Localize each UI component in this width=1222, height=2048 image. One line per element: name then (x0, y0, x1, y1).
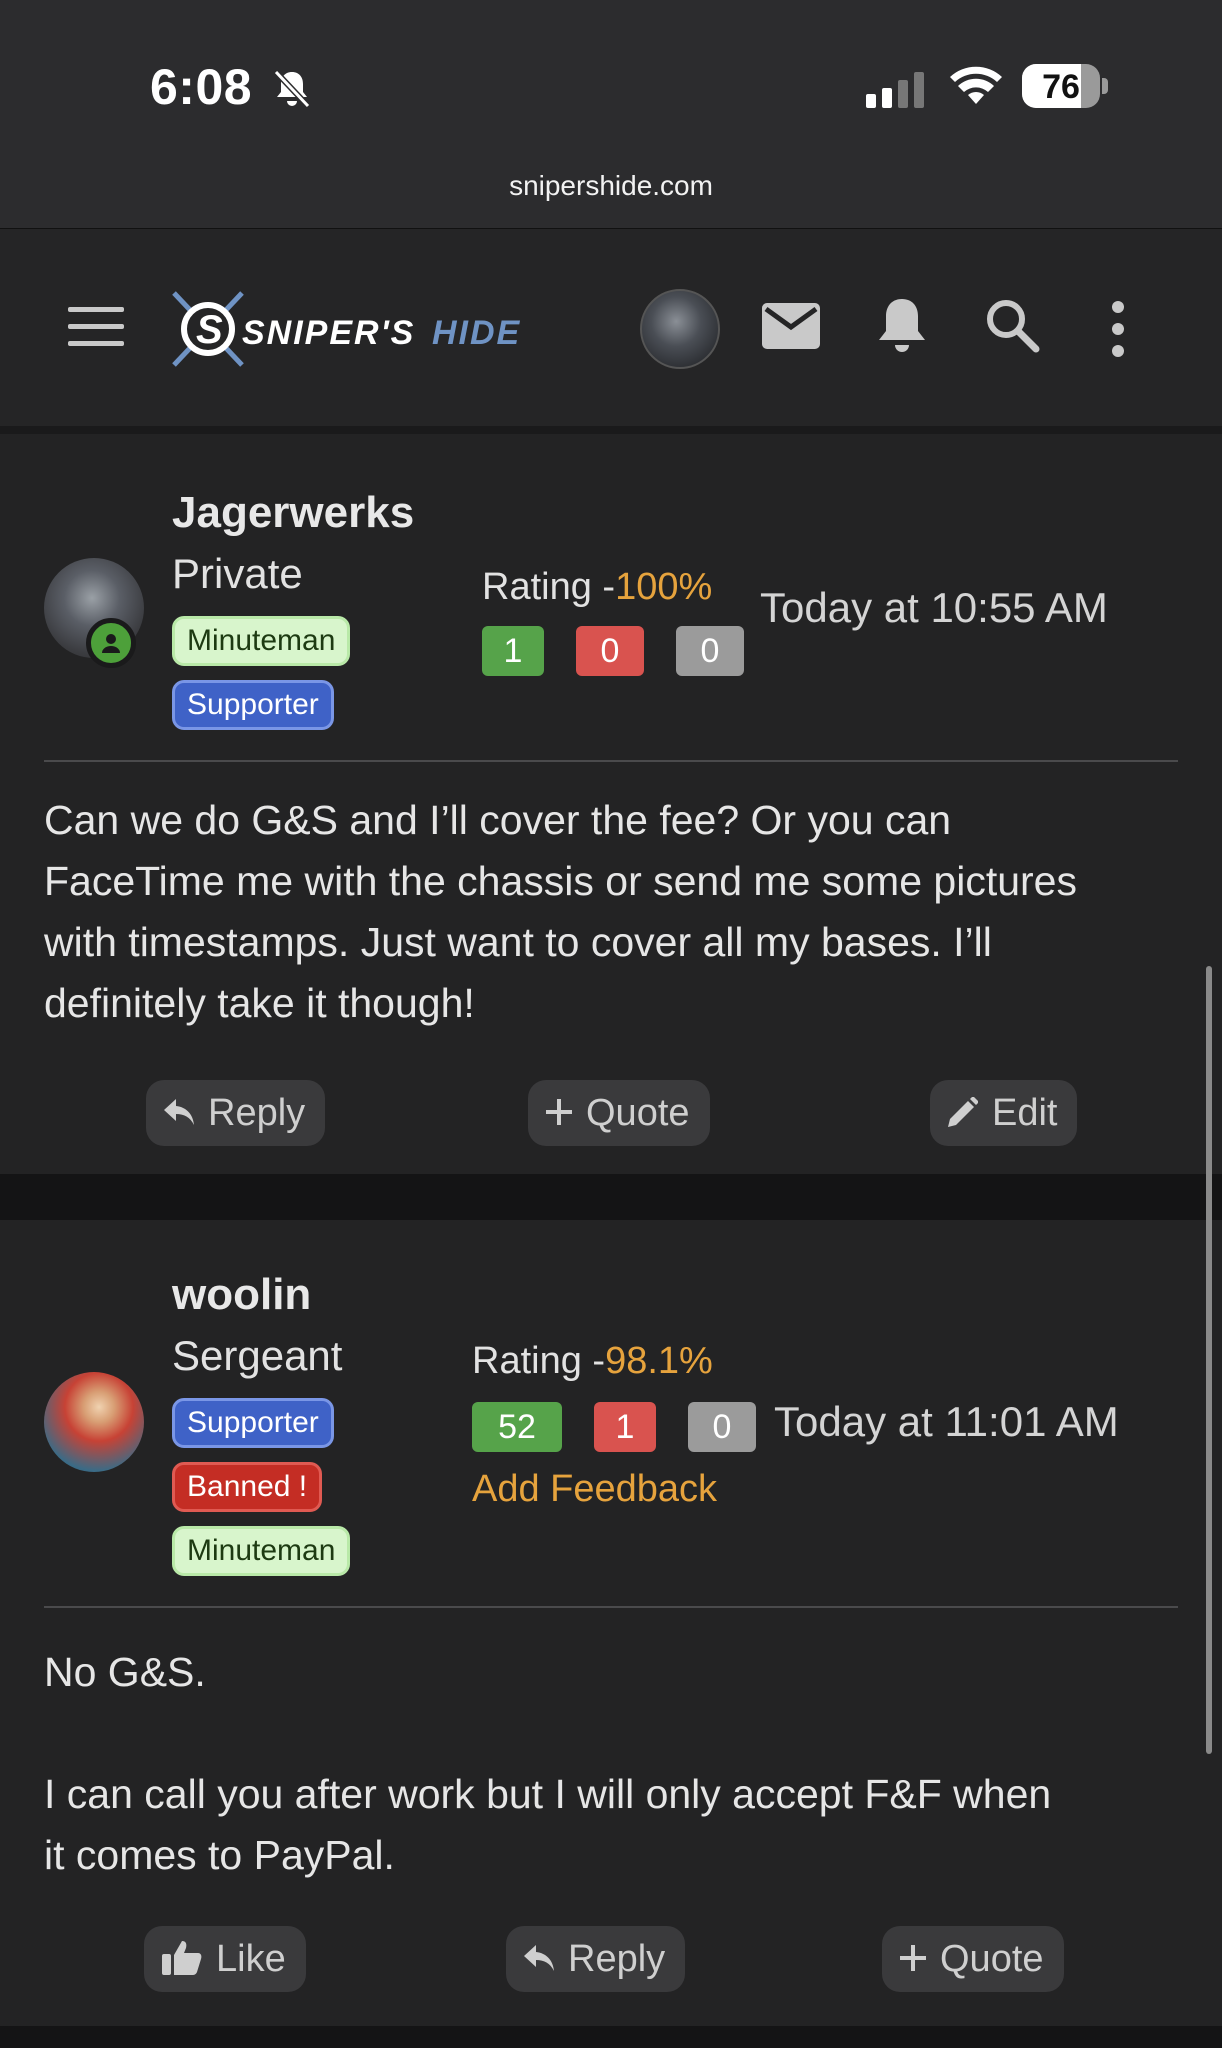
mail-icon[interactable] (762, 303, 820, 349)
clock: 6:08 (150, 59, 253, 115)
quote-button[interactable]: Quote (882, 1926, 1064, 1992)
badge-minuteman: Minuteman (172, 616, 351, 666)
status-bar: 6:08 76 snipershide.com (0, 0, 1222, 228)
menu-icon[interactable] (68, 307, 124, 347)
battery-indicator: 76 (1022, 64, 1108, 108)
badge-banned: Banned ! (172, 1462, 323, 1512)
body-line: with timestamps. Just want to cover all … (44, 919, 992, 965)
negative-score[interactable]: 0 (576, 626, 644, 676)
post-body: Can we do G&S and I’ll cover the fee? Or… (44, 790, 1184, 1034)
badge-minuteman: Minuteman (172, 1526, 351, 1576)
reply-label: Reply (208, 1092, 306, 1134)
quote-label: Quote (586, 1092, 690, 1134)
online-status-icon (86, 618, 136, 668)
badge-supporter: Supporter (172, 680, 334, 730)
post-timestamp[interactable]: Today at 10:55 AM (760, 584, 1108, 632)
bell-icon[interactable] (874, 295, 930, 357)
positive-score[interactable]: 52 (472, 1402, 562, 1452)
user-rank: Private (172, 550, 303, 597)
pencil-icon (948, 1095, 979, 1127)
site-logo[interactable]: S SNIPER'S HIDE (170, 287, 580, 371)
reply-label: Reply (568, 1938, 666, 1980)
plus-icon (546, 1098, 572, 1125)
quote-button[interactable]: Quote (528, 1080, 710, 1146)
plus-icon (900, 1944, 926, 1971)
user-rank: Sergeant (172, 1332, 343, 1379)
body-line: definitely take it though! (44, 980, 475, 1026)
post-body: No G&S. I can call you after work but I … (44, 1642, 1184, 1886)
more-vertical-icon[interactable] (1112, 301, 1126, 357)
post-separator (0, 1174, 1222, 1220)
rating-label: Rating -100% (482, 566, 713, 608)
bell-off-icon (273, 69, 311, 109)
svg-text:HIDE: HIDE (432, 314, 521, 352)
page-bottom (0, 2026, 1222, 2048)
like-label: Like (216, 1938, 286, 1980)
reply-icon (524, 1944, 554, 1971)
post-username[interactable]: woolin (172, 1270, 311, 1320)
add-feedback-link[interactable]: Add Feedback (472, 1468, 717, 1511)
search-icon[interactable] (984, 297, 1040, 353)
reply-button[interactable]: Reply (506, 1926, 686, 1992)
divider (44, 760, 1178, 762)
body-line: I can call you after work but I will onl… (44, 1771, 1052, 1817)
site-header: S SNIPER'S HIDE (0, 228, 1222, 426)
positive-score[interactable]: 1 (482, 626, 544, 676)
post-card: Jagerwerks Private Minuteman Supporter R… (0, 434, 1222, 1174)
divider (44, 1606, 1178, 1608)
body-line: it comes to PayPal. (44, 1832, 395, 1878)
neutral-score[interactable]: 0 (688, 1402, 756, 1452)
user-avatar[interactable] (640, 289, 720, 369)
post-timestamp[interactable]: Today at 11:01 AM (774, 1398, 1119, 1446)
cellular-signal-icon (866, 72, 924, 108)
body-line (44, 1703, 1184, 1764)
svg-text:SNIPER'S: SNIPER'S (242, 314, 415, 352)
post-avatar[interactable] (44, 1372, 144, 1472)
body-line: Can we do G&S and I’ll cover the fee? Or… (44, 797, 952, 843)
neutral-score[interactable]: 0 (676, 626, 744, 676)
post-card: woolin Sergeant Supporter Banned ! Minut… (0, 1220, 1222, 2026)
badge-supporter: Supporter (172, 1398, 334, 1448)
svg-text:S: S (196, 308, 223, 352)
rating-percent: 98.1% (605, 1340, 713, 1382)
edit-button[interactable]: Edit (930, 1080, 1078, 1146)
thumbs-up-icon (162, 1940, 202, 1975)
wifi-icon (950, 66, 1002, 104)
quote-label: Quote (940, 1938, 1044, 1980)
reply-button[interactable]: Reply (146, 1080, 326, 1146)
rating-label: Rating -98.1% (472, 1340, 713, 1382)
body-line: FaceTime me with the chassis or send me … (44, 858, 1077, 904)
body-line: No G&S. (44, 1649, 206, 1695)
address-bar[interactable]: snipershide.com (0, 170, 1222, 202)
edit-label: Edit (992, 1092, 1058, 1134)
like-button[interactable]: Like (144, 1926, 306, 1992)
rating-percent: 100% (615, 566, 713, 608)
scrollbar[interactable] (1206, 966, 1212, 1754)
battery-percent: 76 (1042, 68, 1080, 106)
negative-score[interactable]: 1 (594, 1402, 656, 1452)
reply-icon (164, 1098, 194, 1125)
post-username[interactable]: Jagerwerks (172, 488, 414, 538)
